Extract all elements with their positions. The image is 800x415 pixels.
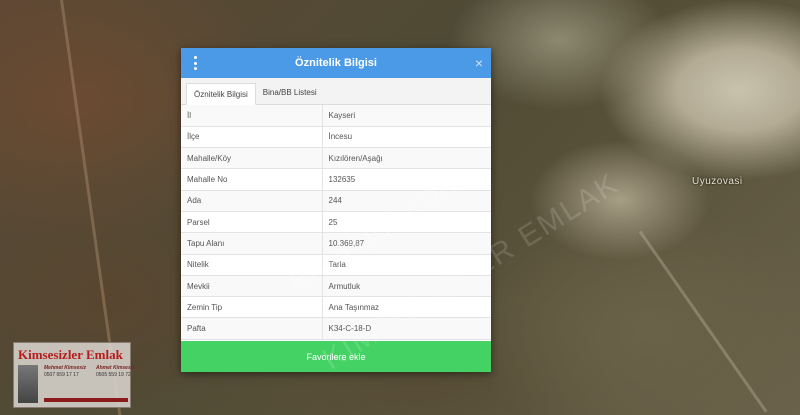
row-key: İl: [181, 105, 323, 127]
row-key: Ada: [181, 190, 323, 212]
row-value: Ana Taşınmaz: [322, 296, 491, 319]
close-icon[interactable]: ×: [475, 55, 483, 71]
tab-building-list[interactable]: Bina/BB Listesi: [256, 82, 324, 104]
row-key: Mahalle/Köy: [181, 147, 323, 170]
row-key: Mevkii: [181, 275, 323, 298]
table-row: Nitelik Tarla: [181, 254, 491, 276]
map-place-label: Uyuzovasi: [692, 176, 743, 187]
logo-contact-name: Mehmet Kimsesiz: [44, 365, 86, 371]
row-value: Kayseri: [322, 105, 491, 127]
table-row: Zemin Tip Ana Taşınmaz: [181, 296, 491, 319]
kebab-menu-icon[interactable]: [192, 56, 198, 70]
tab-bar: Öznitelik Bilgisi Bina/BB Listesi: [181, 78, 491, 105]
table-row: Mevkii Armutluk: [181, 275, 491, 298]
row-key: Nitelik: [181, 254, 323, 276]
row-value: 132635: [322, 168, 491, 191]
row-key: Mahalle No: [181, 168, 323, 191]
attribute-table: İl Kayseri İlçe İncesu Mahalle/Köy Kızılöre…: [181, 105, 491, 340]
table-row: Ada 244: [181, 190, 491, 212]
row-key: Parsel: [181, 211, 323, 234]
agency-logo: Kimsesizler Emlak Mehmet Kimsesiz Ahmet …: [13, 342, 135, 408]
table-row: Mahalle No 132635: [181, 168, 491, 191]
row-value: 244: [322, 190, 491, 212]
row-key: Tapu Alanı: [181, 232, 323, 255]
table-row: Mahalle/Köy Kızılören/Aşağı: [181, 147, 491, 170]
building-icon: [18, 365, 38, 403]
dialog-header: Öznitelik Bilgisi ×: [181, 48, 491, 78]
logo-contact-phone: 0507 659 17 17: [44, 372, 79, 378]
table-row: Tapu Alanı 10.369,87: [181, 232, 491, 255]
row-value: İncesu: [322, 126, 491, 149]
add-to-favorites-button[interactable]: Favorilere ekle: [181, 341, 491, 372]
row-value: Kızılören/Aşağı: [322, 147, 491, 170]
row-key: İlçe: [181, 126, 323, 149]
table-row: İlçe İncesu: [181, 126, 491, 149]
table-row: Parsel 25: [181, 211, 491, 234]
row-value: Armutluk: [322, 275, 491, 298]
logo-contact-phone: 0505 559 19 72: [96, 372, 131, 378]
row-value: 10.369,87: [322, 232, 491, 255]
row-value: Tarla: [322, 254, 491, 276]
map-road: [638, 230, 768, 413]
row-value: K34-C-18-D: [322, 317, 491, 340]
logo-contact-name: Ahmet Kimsesiz: [96, 365, 135, 371]
dialog-title: Öznitelik Bilgisi: [295, 57, 377, 69]
row-value: 25: [322, 211, 491, 234]
logo-title: Kimsesizler Emlak: [18, 347, 123, 362]
tab-attribute-info[interactable]: Öznitelik Bilgisi: [186, 83, 256, 105]
table-row: Pafta K34-C-18-D: [181, 317, 491, 340]
row-key: Zemin Tip: [181, 296, 323, 319]
attribute-info-dialog: Öznitelik Bilgisi × Öznitelik Bilgisi Bi…: [181, 48, 491, 372]
logo-divider: [44, 398, 128, 402]
row-key: Pafta: [181, 317, 323, 340]
table-row: İl Kayseri: [181, 105, 491, 127]
